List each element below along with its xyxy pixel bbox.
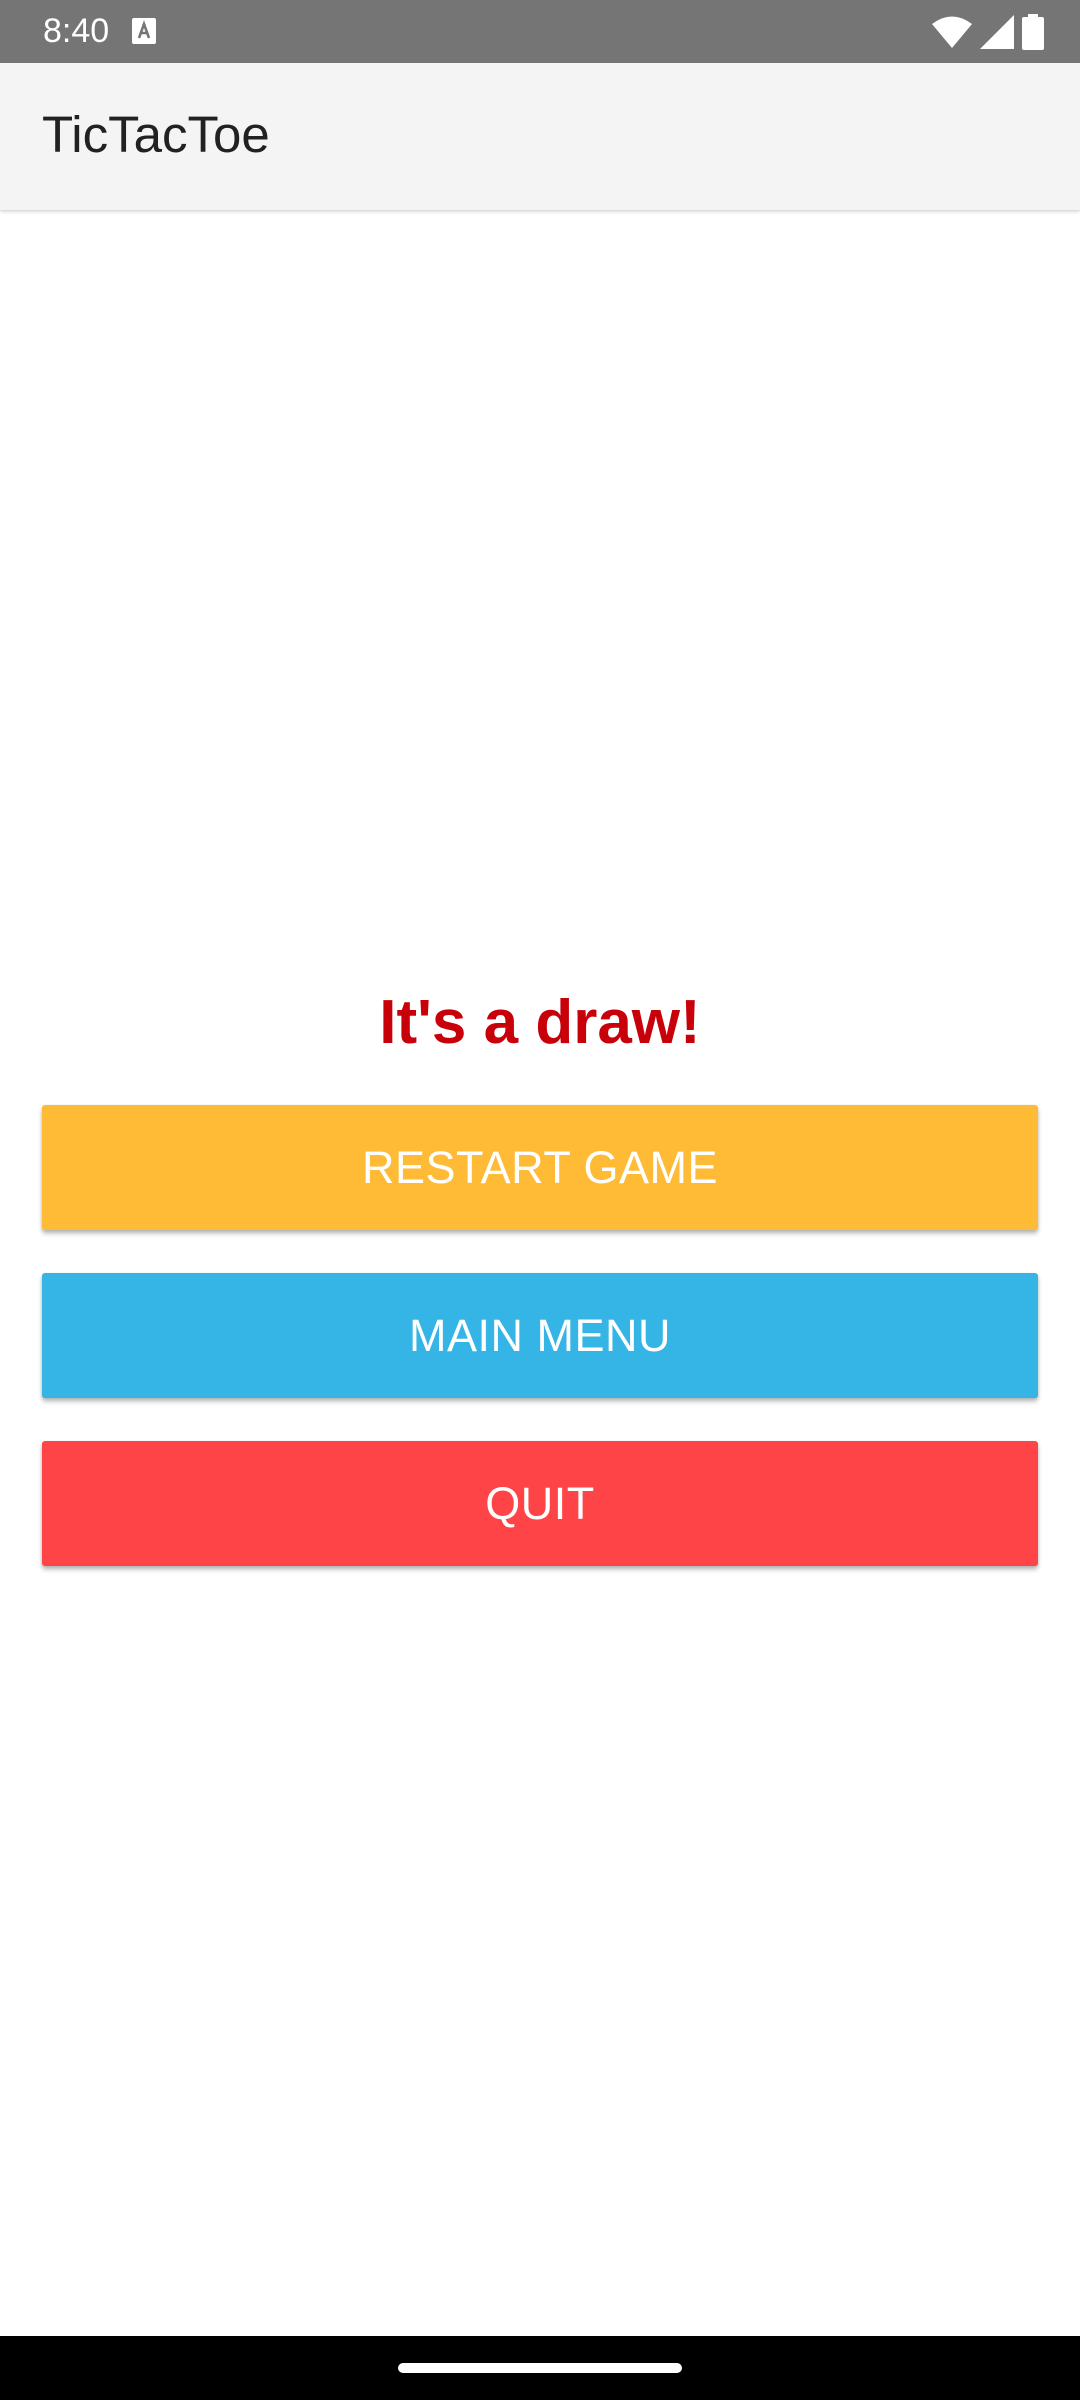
main-menu-button[interactable]: MAIN MENU: [42, 1273, 1038, 1398]
quit-button[interactable]: QUIT: [42, 1441, 1038, 1566]
battery-icon: [1022, 14, 1044, 50]
app-title: TicTacToe: [42, 106, 270, 163]
text-a-icon: [132, 18, 156, 44]
signal-icon: [980, 15, 1014, 49]
status-icons: [932, 13, 1044, 51]
wifi-icon: [932, 16, 972, 48]
home-gesture-handle[interactable]: [398, 2363, 682, 2373]
status-bar: 8:40: [0, 0, 1080, 63]
restart-game-button[interactable]: RESTART GAME: [42, 1105, 1038, 1230]
result-message: It's a draw!: [379, 988, 701, 1057]
status-time: 8:40: [43, 12, 110, 50]
screen: 8:40 TicTacToe It's a draw! RESTART GAME…: [0, 0, 1080, 2400]
app-bar: TicTacToe: [0, 63, 1080, 210]
